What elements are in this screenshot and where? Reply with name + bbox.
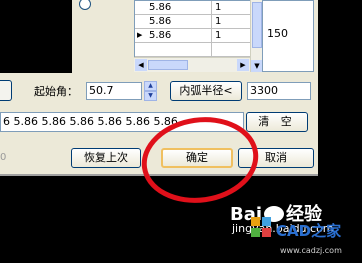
- watermark-logo2: CAD之家: [276, 222, 342, 240]
- highlight-circle: [141, 117, 259, 203]
- cad-logo-icon: [250, 216, 272, 238]
- watermark-logo2-url: www.cadzj.com: [280, 246, 342, 255]
